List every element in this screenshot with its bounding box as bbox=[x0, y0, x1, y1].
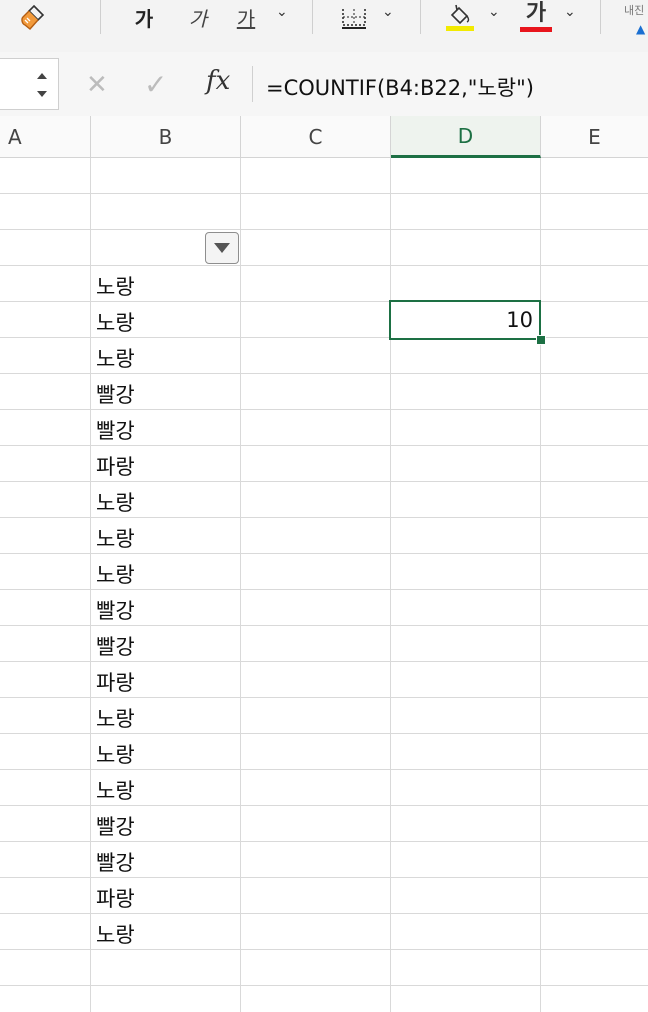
gridline bbox=[0, 301, 648, 302]
formula-bar: ✕ ✓ fx =COUNTIF(B4:B22,"노랑") bbox=[0, 52, 648, 117]
cell-b10[interactable]: 노랑 bbox=[96, 487, 135, 517]
gridline bbox=[0, 877, 648, 878]
column-header-c[interactable]: C bbox=[241, 116, 391, 158]
gridline bbox=[0, 661, 648, 662]
chevron-down-icon[interactable]: ⌄ bbox=[382, 4, 394, 20]
cell-b16[interactable]: 노랑 bbox=[96, 703, 135, 733]
separator bbox=[252, 66, 253, 102]
gridline bbox=[0, 769, 648, 770]
column-header-b[interactable]: B bbox=[91, 116, 241, 158]
gridline bbox=[0, 265, 648, 266]
confirm-icon[interactable]: ✓ bbox=[144, 68, 167, 101]
gridline bbox=[0, 517, 648, 518]
cell-b14[interactable]: 빨강 bbox=[96, 631, 135, 661]
font-color-glyph: 가 bbox=[525, 0, 547, 26]
gridline bbox=[0, 913, 648, 914]
stepper-icon[interactable] bbox=[34, 69, 50, 101]
gridline bbox=[0, 445, 648, 446]
separator bbox=[600, 0, 601, 34]
borders-button[interactable] bbox=[334, 0, 374, 34]
cell-b15[interactable]: 파랑 bbox=[96, 667, 135, 697]
column-header-d[interactable]: D bbox=[391, 116, 541, 158]
gridline bbox=[0, 553, 648, 554]
format-painter-button[interactable] bbox=[10, 0, 54, 34]
cell-b13[interactable]: 빨강 bbox=[96, 595, 135, 625]
gridline bbox=[0, 481, 648, 482]
italic-button[interactable]: 가 bbox=[180, 0, 216, 34]
cut-off-label: 내진 bbox=[624, 4, 645, 17]
cell-b21[interactable]: 파랑 bbox=[96, 883, 135, 913]
selected-cell-d5[interactable]: 10 bbox=[389, 300, 541, 340]
gridline bbox=[390, 158, 391, 1012]
cell-b4[interactable]: 노랑 bbox=[96, 271, 135, 301]
gridline bbox=[240, 158, 241, 1012]
chevron-down-icon[interactable]: ⌄ bbox=[564, 4, 576, 20]
cell-b17[interactable]: 노랑 bbox=[96, 739, 135, 769]
gridline bbox=[0, 625, 648, 626]
chevron-down-icon[interactable]: ⌄ bbox=[276, 4, 288, 20]
cell-b12[interactable]: 노랑 bbox=[96, 559, 135, 589]
gridline bbox=[0, 805, 648, 806]
gridline bbox=[0, 949, 648, 950]
gridline bbox=[540, 158, 541, 1012]
cell-b22[interactable]: 노랑 bbox=[96, 919, 135, 949]
column-header-e[interactable]: E bbox=[541, 116, 648, 158]
font-color-swatch bbox=[520, 26, 552, 32]
name-box[interactable] bbox=[0, 58, 59, 110]
triangle-down-icon bbox=[214, 243, 230, 253]
borders-icon bbox=[342, 9, 366, 29]
cell-b9[interactable]: 파랑 bbox=[96, 451, 135, 481]
formula-input[interactable]: =COUNTIF(B4:B22,"노랑") bbox=[266, 72, 534, 102]
paintbrush-icon bbox=[21, 4, 45, 30]
gridline bbox=[0, 373, 648, 374]
separator bbox=[420, 0, 421, 34]
underline-button[interactable]: 가 bbox=[228, 0, 264, 34]
spreadsheet-grid[interactable]: 노랑 노랑 노랑 빨강 빨강 파랑 노랑 노랑 노랑 빨강 빨강 파랑 노랑 노랑 노랑 빨강 빨강 파랑 노랑 bbox=[0, 158, 648, 1012]
cut-off-icon: ▲ bbox=[636, 22, 646, 36]
fill-handle[interactable] bbox=[536, 335, 546, 345]
gridline bbox=[0, 697, 648, 698]
cell-b8[interactable]: 빨강 bbox=[96, 415, 135, 445]
ribbon: 가 가 가 ⌄ ⌄ ⌄ 가 ⌄ 내진 ▲ bbox=[0, 0, 648, 53]
gridline bbox=[0, 841, 648, 842]
cell-b7[interactable]: 빨강 bbox=[96, 379, 135, 409]
gridline bbox=[0, 193, 648, 194]
cell-b5[interactable]: 노랑 bbox=[96, 307, 135, 337]
column-header-a[interactable]: A bbox=[0, 116, 91, 158]
separator bbox=[312, 0, 313, 34]
insert-function-icon[interactable]: fx bbox=[206, 66, 230, 96]
cell-b18[interactable]: 노랑 bbox=[96, 775, 135, 805]
fill-color-button[interactable] bbox=[442, 0, 478, 34]
gridline bbox=[90, 158, 91, 1012]
cell-b11[interactable]: 노랑 bbox=[96, 523, 135, 553]
cell-b20[interactable]: 빨강 bbox=[96, 847, 135, 877]
separator bbox=[100, 0, 101, 34]
cell-b19[interactable]: 빨강 bbox=[96, 811, 135, 841]
gridline bbox=[0, 229, 648, 230]
font-color-button[interactable]: 가 bbox=[518, 0, 554, 34]
gridline bbox=[0, 589, 648, 590]
chevron-down-icon[interactable]: ⌄ bbox=[488, 4, 500, 20]
cancel-icon[interactable]: ✕ bbox=[86, 70, 108, 100]
gridline bbox=[0, 985, 648, 986]
bold-button[interactable]: 가 bbox=[126, 0, 162, 34]
gridline bbox=[0, 337, 648, 338]
cell-b6[interactable]: 노랑 bbox=[96, 343, 135, 373]
gridline bbox=[0, 733, 648, 734]
gridline bbox=[0, 409, 648, 410]
filter-dropdown-button[interactable] bbox=[205, 232, 239, 264]
paint-bucket-icon bbox=[446, 4, 474, 31]
